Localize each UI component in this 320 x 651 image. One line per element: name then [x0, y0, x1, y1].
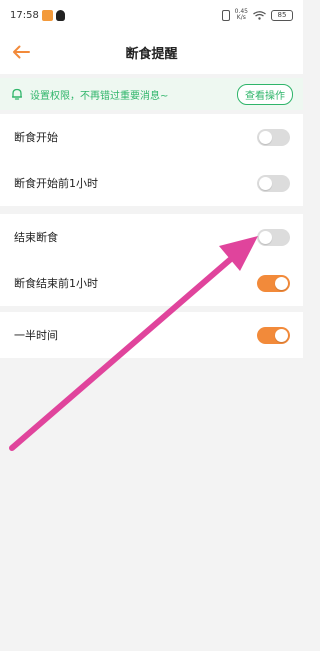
settings-group-half: 一半时间: [0, 312, 303, 358]
toggle-knob: [259, 130, 272, 144]
status-bar: 17:58 0.45 K/s 85: [0, 0, 303, 30]
setting-label: 断食开始前1小时: [14, 177, 98, 190]
status-time: 17:58: [10, 9, 39, 21]
status-left: 17:58: [10, 9, 65, 21]
setting-row-fast-end-1h: 断食结束前1小时: [0, 260, 303, 306]
fast-end-1h-toggle[interactable]: [257, 274, 290, 292]
permission-notice: 设置权限，不再错过重要消息~ 查看操作: [0, 78, 303, 110]
header-bar: 断食提醒: [0, 30, 303, 74]
app-notification-icon: [41, 9, 53, 21]
qq-notification-icon: [55, 9, 65, 21]
fast-start-1h-toggle[interactable]: [257, 174, 290, 192]
status-right: 0.45 K/s 85: [221, 9, 293, 21]
notice-text: 设置权限，不再错过重要消息~: [30, 90, 169, 102]
vibrate-icon: [221, 9, 230, 21]
toggle-knob: [259, 230, 272, 244]
setting-row-fast-start: 断食开始: [0, 114, 303, 160]
toggle-knob: [275, 328, 288, 342]
back-button[interactable]: [10, 41, 32, 63]
bell-icon: [12, 88, 22, 100]
setting-row-fast-start-1h: 断食开始前1小时: [0, 160, 303, 206]
setting-label: 结束断食: [14, 231, 58, 244]
toggle-knob: [259, 176, 272, 190]
setting-label: 断食结束前1小时: [14, 277, 98, 290]
setting-row-fast-end: 结束断食: [0, 214, 303, 260]
page-title: 断食提醒: [125, 46, 178, 62]
fast-start-toggle[interactable]: [257, 128, 290, 146]
net-speed: 0.45 K/s: [235, 9, 248, 21]
fast-end-toggle[interactable]: [257, 228, 290, 246]
setting-row-half-time: 一半时间: [0, 312, 303, 358]
settings-group-start: 断食开始 断食开始前1小时: [0, 114, 303, 206]
half-time-toggle[interactable]: [257, 326, 290, 344]
view-steps-button[interactable]: 查看操作: [237, 83, 293, 105]
setting-label: 断食开始: [14, 131, 58, 144]
setting-label: 一半时间: [14, 329, 58, 342]
wifi-icon: [253, 10, 266, 20]
battery-indicator: 85: [271, 9, 293, 21]
net-speed-unit: K/s: [236, 14, 246, 21]
settings-group-end: 结束断食 断食结束前1小时: [0, 214, 303, 306]
toggle-knob: [275, 276, 288, 290]
back-arrow-icon: [13, 45, 30, 59]
